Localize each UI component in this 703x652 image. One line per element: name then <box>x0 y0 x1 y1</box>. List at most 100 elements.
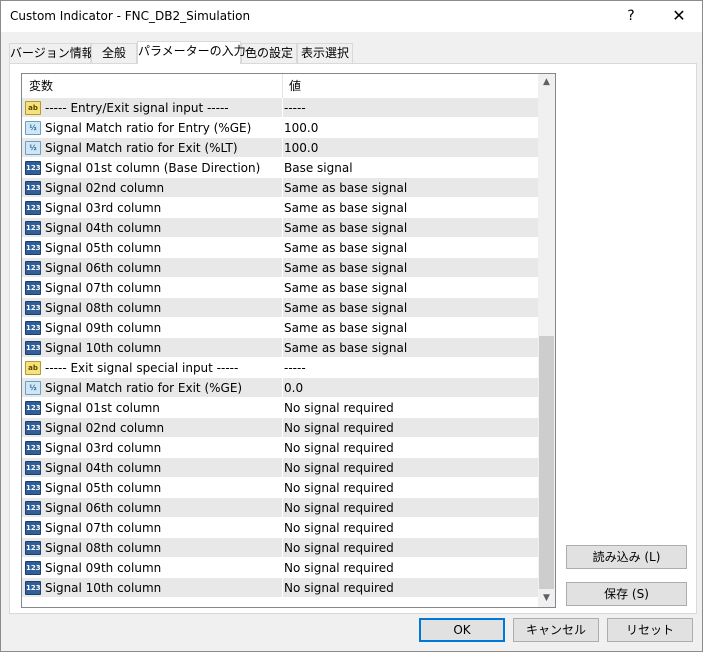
reset-button[interactable]: リセット <box>607 618 693 642</box>
parameter-value[interactable]: Same as base signal <box>284 218 407 238</box>
parameter-name: Signal Match ratio for Exit (%GE) <box>45 381 243 395</box>
parameter-value[interactable]: No signal required <box>284 478 394 498</box>
parameter-value[interactable]: No signal required <box>284 418 394 438</box>
parameter-value[interactable]: Same as base signal <box>284 178 407 198</box>
column-divider <box>282 338 283 358</box>
parameter-value[interactable]: No signal required <box>284 438 394 458</box>
column-divider <box>282 538 283 558</box>
table-row[interactable]: 123 Signal 09th column Same as base signal <box>22 318 538 338</box>
table-row[interactable]: 123 Signal 02nd column No signal required <box>22 418 538 438</box>
parameter-value[interactable]: No signal required <box>284 558 394 578</box>
enum-icon: 123 <box>25 161 41 175</box>
scroll-thumb[interactable] <box>539 336 554 589</box>
load-button[interactable]: 読み込み (L) <box>566 545 687 569</box>
help-button[interactable]: ? <box>619 5 643 27</box>
parameter-value[interactable]: ----- <box>284 358 306 378</box>
parameter-value[interactable]: ----- <box>284 98 306 118</box>
tab-colors[interactable]: 色の設定 <box>241 43 297 63</box>
cancel-button[interactable]: キャンセル <box>513 618 599 642</box>
table-row[interactable]: ½ Signal Match ratio for Exit (%GE) 0.0 <box>22 378 538 398</box>
parameter-name: Signal 04th column <box>45 461 162 475</box>
table-row[interactable]: ½ Signal Match ratio for Exit (%LT) 100.0 <box>22 138 538 158</box>
tab-visualization[interactable]: 表示選択 <box>297 43 353 63</box>
parameter-value[interactable]: Same as base signal <box>284 318 407 338</box>
table-row[interactable]: 123 Signal 01st column No signal required <box>22 398 538 418</box>
table-row[interactable]: 123 Signal 09th column No signal required <box>22 558 538 578</box>
column-divider <box>282 518 283 538</box>
parameter-value[interactable]: 100.0 <box>284 138 318 158</box>
parameter-name: Signal 05th column <box>45 241 162 255</box>
table-row[interactable]: 123 Signal 08th column Same as base signal <box>22 298 538 318</box>
vertical-scrollbar[interactable]: ▲ ▼ <box>538 74 555 607</box>
enum-icon: 123 <box>25 541 41 555</box>
grid-header: 変数 値 <box>22 74 538 98</box>
parameter-name: Signal 07th column <box>45 521 162 535</box>
parameter-name: Signal 09th column <box>45 561 162 575</box>
table-row[interactable]: 123 Signal 05th column No signal required <box>22 478 538 498</box>
parameter-name: Signal 03rd column <box>45 441 162 455</box>
table-row[interactable]: 123 Signal 03rd column Same as base signal <box>22 198 538 218</box>
table-row[interactable]: 123 Signal 01st column (Base Direction) Ba… <box>22 158 538 178</box>
parameter-value[interactable]: No signal required <box>284 398 394 418</box>
double-icon: ½ <box>25 381 41 395</box>
parameter-name: Signal Match ratio for Exit (%LT) <box>45 141 238 155</box>
parameter-value[interactable]: Base signal <box>284 158 353 178</box>
save-button[interactable]: 保存 (S) <box>566 582 687 606</box>
enum-icon: 123 <box>25 521 41 535</box>
table-row[interactable]: 123 Signal 06th column No signal required <box>22 498 538 518</box>
table-row[interactable]: 123 Signal 10th column Same as base signal <box>22 338 538 358</box>
parameter-value[interactable]: Same as base signal <box>284 238 407 258</box>
parameter-name: Signal 04th column <box>45 221 162 235</box>
table-row[interactable]: 123 Signal 04th column Same as base signal <box>22 218 538 238</box>
header-variable[interactable]: 変数 <box>22 74 53 98</box>
column-divider <box>282 498 283 518</box>
scroll-up-arrow-icon[interactable]: ▲ <box>538 74 555 91</box>
enum-icon: 123 <box>25 201 41 215</box>
table-row[interactable]: 123 Signal 03rd column No signal required <box>22 438 538 458</box>
table-row[interactable]: 123 Signal 07th column Same as base signal <box>22 278 538 298</box>
parameter-value[interactable]: Same as base signal <box>284 338 407 358</box>
parameter-value[interactable]: No signal required <box>284 458 394 478</box>
custom-indicator-dialog: Custom Indicator - FNC_DB2_Simulation ? … <box>0 0 703 652</box>
double-icon: ½ <box>25 121 41 135</box>
string-icon: ab <box>25 361 41 375</box>
title-bar[interactable]: Custom Indicator - FNC_DB2_Simulation ? … <box>1 1 702 32</box>
parameter-value[interactable]: Same as base signal <box>284 278 407 298</box>
table-row[interactable]: 123 Signal 04th column No signal required <box>22 458 538 478</box>
parameter-value[interactable]: Same as base signal <box>284 298 407 318</box>
grid-rows: ab ----- Entry/Exit signal input ----- ---… <box>22 98 538 598</box>
tab-parameters[interactable]: パラメーターの入力 <box>137 41 246 64</box>
close-button[interactable]: ✕ <box>661 4 697 28</box>
parameter-value[interactable]: 0.0 <box>284 378 303 398</box>
header-value[interactable]: 値 <box>282 74 301 98</box>
enum-icon: 123 <box>25 281 41 295</box>
column-divider <box>282 578 283 598</box>
parameter-value[interactable]: No signal required <box>284 498 394 518</box>
table-row[interactable]: ab ----- Entry/Exit signal input ----- ---… <box>22 98 538 118</box>
parameter-value[interactable]: Same as base signal <box>284 258 407 278</box>
table-row[interactable]: 123 Signal 02nd column Same as base signal <box>22 178 538 198</box>
column-divider <box>282 118 283 138</box>
column-divider <box>282 98 283 118</box>
table-row[interactable]: 123 Signal 10th column No signal required <box>22 578 538 598</box>
parameter-value[interactable]: 100.0 <box>284 118 318 138</box>
table-row[interactable]: 123 Signal 08th column No signal required <box>22 538 538 558</box>
column-divider <box>282 318 283 338</box>
parameter-value[interactable]: Same as base signal <box>284 198 407 218</box>
parameter-name: Signal 10th column <box>45 581 162 595</box>
tab-version-info[interactable]: バージョン情報 <box>9 43 94 63</box>
parameter-value[interactable]: No signal required <box>284 518 394 538</box>
parameter-grid: 変数 値 ab ----- Entry/Exit signal input ---… <box>21 73 556 608</box>
parameter-value[interactable]: No signal required <box>284 538 394 558</box>
table-row[interactable]: ab ----- Exit signal special input ----- -… <box>22 358 538 378</box>
scroll-down-arrow-icon[interactable]: ▼ <box>538 590 555 607</box>
tab-general[interactable]: 全般 <box>91 43 137 63</box>
enum-icon: 123 <box>25 341 41 355</box>
table-row[interactable]: 123 Signal 06th column Same as base signal <box>22 258 538 278</box>
column-divider <box>282 138 283 158</box>
table-row[interactable]: 123 Signal 07th column No signal required <box>22 518 538 538</box>
table-row[interactable]: 123 Signal 05th column Same as base signal <box>22 238 538 258</box>
ok-button[interactable]: OK <box>419 618 505 642</box>
table-row[interactable]: ½ Signal Match ratio for Entry (%GE) 100.0 <box>22 118 538 138</box>
parameter-value[interactable]: No signal required <box>284 578 394 598</box>
